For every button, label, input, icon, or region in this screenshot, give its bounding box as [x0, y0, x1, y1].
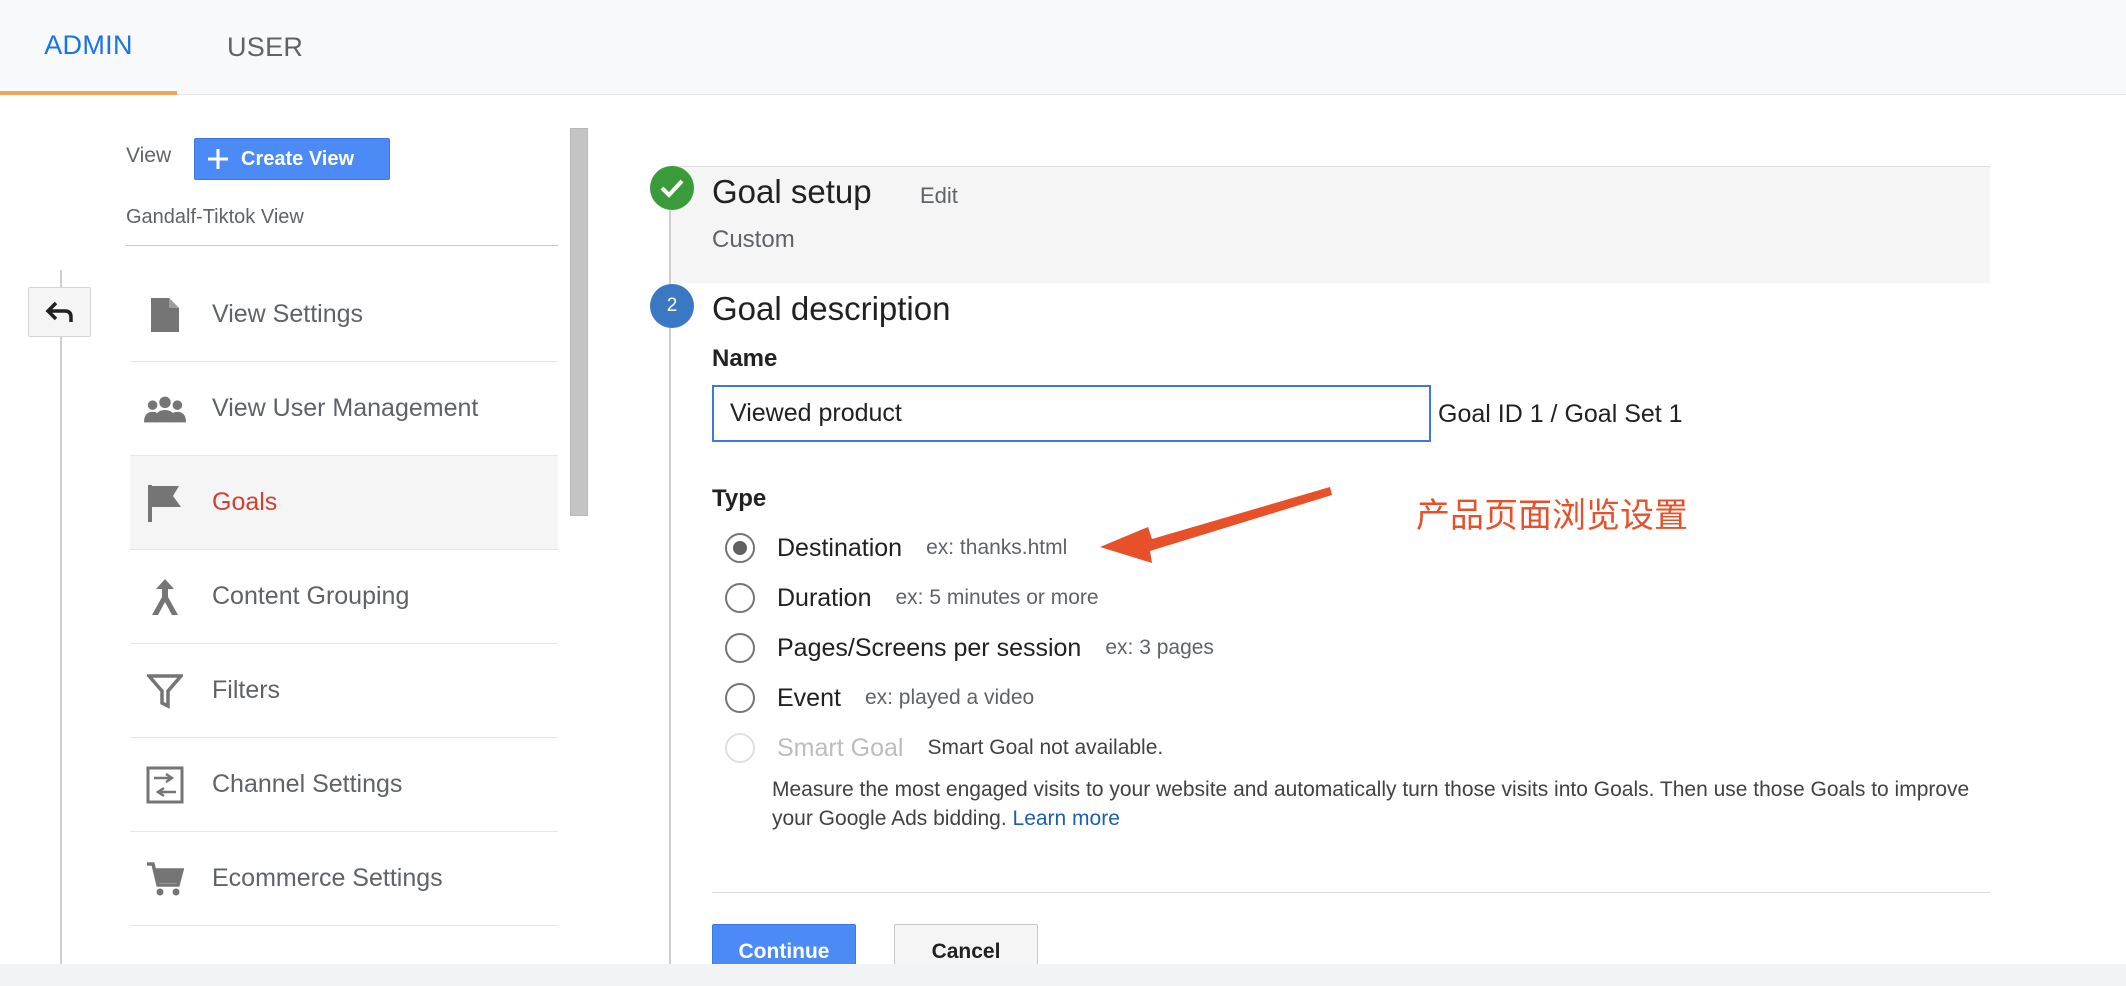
create-view-label: Create View	[241, 147, 355, 170]
radio-button[interactable]	[725, 633, 755, 663]
document-icon	[144, 294, 186, 336]
goal-setup-subtitle: Custom	[712, 226, 795, 253]
nav-label: Filters	[212, 676, 281, 704]
radio-option-pages-per-session[interactable]: Pages/Screens per session ex: 3 pages	[725, 628, 1214, 668]
goal-setup-title: Goal setup	[712, 173, 872, 210]
name-label: Name	[712, 345, 778, 372]
radio-label: Destination	[777, 533, 903, 562]
tab-user[interactable]: USER	[207, 0, 323, 95]
view-name[interactable]: Gandalf-Tiktok View	[126, 206, 304, 229]
view-nav-list: View Settings View User Management Goals…	[130, 268, 558, 926]
radio-example: ex: thanks.html	[926, 536, 1068, 559]
radio-button[interactable]	[725, 583, 755, 613]
view-label: View	[126, 144, 172, 167]
nav-item-goals[interactable]: Goals	[130, 456, 558, 550]
nav-item-view-settings[interactable]: View Settings	[130, 268, 558, 362]
radio-button-disabled	[725, 733, 755, 763]
smart-goal-note-text: Measure the most engaged visits to your …	[772, 778, 1970, 830]
view-divider	[126, 245, 558, 246]
flag-icon	[144, 482, 186, 524]
goal-description-title: Goal description	[712, 290, 951, 327]
nav-item-content-grouping[interactable]: Content Grouping	[130, 550, 558, 644]
radio-button[interactable]	[725, 683, 755, 713]
create-view-button[interactable]: Create View	[194, 138, 390, 180]
radio-example: ex: 5 minutes or more	[895, 586, 1099, 609]
nav-label: Content Grouping	[212, 582, 410, 610]
radio-example: Smart Goal not available.	[927, 736, 1164, 759]
annotation-text: 产品页面浏览设置	[1416, 496, 1688, 536]
nav-tree-line	[60, 270, 62, 964]
nav-item-filters[interactable]: Filters	[130, 644, 558, 738]
tab-admin[interactable]: ADMIN	[0, 0, 177, 95]
type-label: Type	[712, 485, 767, 512]
nav-item-ecommerce-settings[interactable]: Ecommerce Settings	[130, 832, 558, 926]
learn-more-link[interactable]: Learn more	[1013, 807, 1120, 830]
radio-option-duration[interactable]: Duration ex: 5 minutes or more	[725, 578, 1099, 618]
back-button[interactable]	[28, 287, 91, 337]
nav-label: View Settings	[212, 300, 364, 328]
annotation-arrow-icon	[1100, 487, 1332, 563]
radio-label: Event	[777, 683, 841, 712]
goal-id-label: Goal ID 1 / Goal Set 1	[1438, 400, 1683, 428]
radio-option-smart-goal: Smart Goal Smart Goal not available.	[725, 728, 1163, 768]
radio-option-destination[interactable]: Destination ex: thanks.html	[725, 528, 1067, 568]
radio-option-event[interactable]: Event ex: played a video	[725, 678, 1034, 718]
nav-label: Ecommerce Settings	[212, 864, 443, 892]
nav-label: Goals	[212, 488, 278, 516]
people-icon	[144, 388, 186, 430]
sidebar-scrollbar[interactable]	[570, 128, 588, 516]
bottom-strip	[0, 964, 2126, 986]
radio-button[interactable]	[725, 533, 755, 563]
merge-icon	[144, 576, 186, 618]
plus-icon	[195, 138, 241, 180]
nav-item-channel-settings[interactable]: Channel Settings	[130, 738, 558, 832]
nav-label: Channel Settings	[212, 770, 403, 798]
radio-label: Pages/Screens per session	[777, 633, 1082, 662]
nav-item-view-user-management[interactable]: View User Management	[130, 362, 558, 456]
goal-name-input[interactable]	[712, 385, 1431, 442]
top-tab-bar: ADMIN USER	[0, 0, 2126, 95]
goal-setup-edit-link[interactable]: Edit	[920, 183, 958, 209]
smart-goal-note: Measure the most engaged visits to your …	[772, 775, 1972, 833]
radio-label: Smart Goal	[777, 733, 904, 762]
filter-icon	[144, 670, 186, 712]
step-number-badge: 2	[650, 284, 694, 328]
nav-label: View User Management	[212, 394, 479, 422]
radio-example: ex: 3 pages	[1105, 636, 1214, 659]
channel-settings-icon	[144, 764, 186, 806]
form-divider	[712, 892, 1990, 893]
radio-label: Duration	[777, 583, 872, 612]
cart-icon	[144, 858, 186, 900]
step-complete-check-icon	[650, 166, 694, 210]
radio-example: ex: played a video	[864, 686, 1035, 709]
back-arrow-icon	[45, 301, 73, 322]
